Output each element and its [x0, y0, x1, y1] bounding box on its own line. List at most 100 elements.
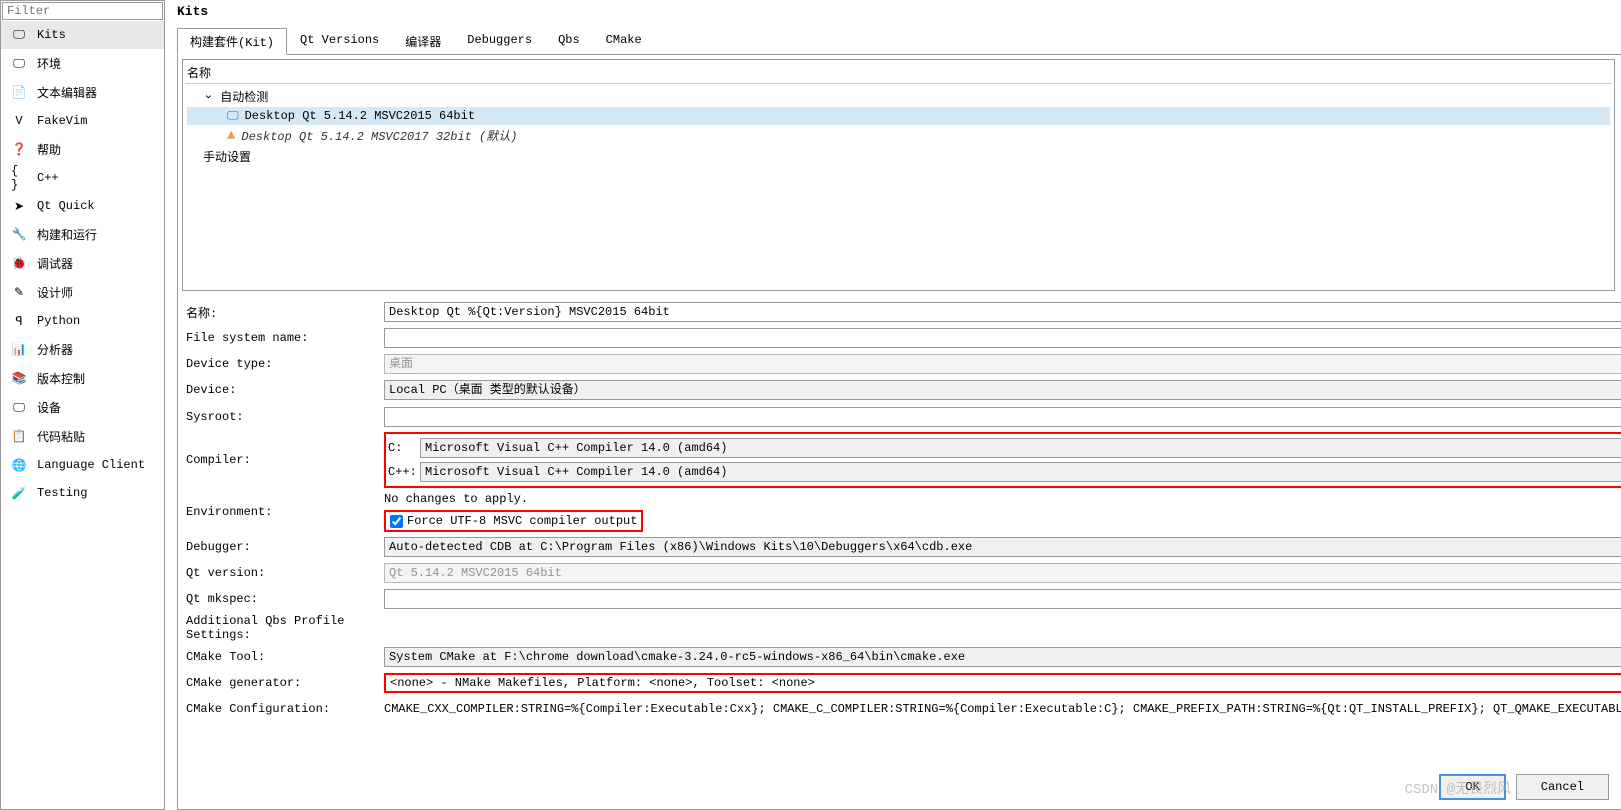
- tab-3[interactable]: Debuggers: [454, 28, 545, 55]
- sidebar-item-label: 代码粘贴: [37, 428, 85, 445]
- tab-5[interactable]: CMake: [593, 28, 655, 55]
- debug-icon: 🐞: [11, 256, 27, 272]
- tree-group-auto[interactable]: › 自动检测: [187, 86, 1610, 107]
- fs-name-input[interactable]: [384, 328, 1621, 348]
- environment-label: Environment:: [186, 505, 376, 519]
- sidebar-item-qtquick[interactable]: ➤ Qt Quick: [1, 192, 164, 220]
- paste-icon: 📋: [11, 429, 27, 445]
- compiler-c-select[interactable]: Microsoft Visual C++ Compiler 14.0 (amd6…: [420, 438, 1621, 458]
- sidebar-item-text[interactable]: 📄 文本编辑器: [1, 78, 164, 107]
- force-utf8-checkbox[interactable]: [390, 515, 403, 528]
- debugger-label: Debugger:: [186, 540, 376, 554]
- vcs-icon: 📚: [11, 371, 27, 387]
- warning-icon: ▲: [227, 128, 235, 144]
- kit-item-msvc2017-32[interactable]: ▲Desktop Qt 5.14.2 MSVC2017 32bit (默认): [187, 125, 1610, 146]
- sidebar-item-label: 版本控制: [37, 370, 85, 387]
- qtversion-select[interactable]: Qt 5.14.2 MSVC2015 64bit: [384, 563, 1621, 583]
- compiler-cxx-label: C++:: [388, 465, 416, 479]
- name-label: 名称:: [186, 304, 376, 321]
- sidebar-item-label: 帮助: [37, 141, 61, 158]
- sidebar-item-label: Testing: [37, 486, 87, 500]
- device-type-label: Device type:: [186, 357, 376, 371]
- device-type-select[interactable]: 桌面: [384, 354, 1621, 374]
- qtversion-label: Qt version:: [186, 566, 376, 580]
- filter-input[interactable]: [2, 2, 163, 20]
- sidebar-item-cpp[interactable]: { } C++: [1, 164, 164, 192]
- python-icon: ꟼ: [11, 313, 27, 329]
- sidebar-item-design[interactable]: ✎ 设计师: [1, 278, 164, 307]
- sidebar-item-fakevim[interactable]: VFakeVim: [1, 107, 164, 135]
- sidebar-item-paste[interactable]: 📋 代码粘贴: [1, 422, 164, 451]
- cmake-config-value: CMAKE_CXX_COMPILER:STRING=%{Compiler:Exe…: [384, 702, 1621, 716]
- sidebar-item-vcs[interactable]: 📚 版本控制: [1, 364, 164, 393]
- sidebar-item-lang[interactable]: 🌐 Language Client: [1, 451, 164, 479]
- tabs: 构建套件(Kit)Qt Versions编译器DebuggersQbsCMake: [177, 27, 1621, 55]
- sidebar-item-label: 环境: [37, 55, 61, 72]
- device-label: Device:: [186, 383, 376, 397]
- tree-header-name: 名称: [185, 62, 1612, 84]
- debugger-select[interactable]: Auto-detected CDB at C:\Program Files (x…: [384, 537, 1621, 557]
- tab-2[interactable]: 编译器: [392, 28, 454, 55]
- tree-group-manual[interactable]: 手动设置: [187, 146, 1610, 167]
- qtquick-icon: ➤: [11, 198, 27, 214]
- tab-1[interactable]: Qt Versions: [287, 28, 392, 55]
- cpp-icon: { }: [11, 170, 27, 186]
- force-utf8-checkbox-label[interactable]: Force UTF-8 MSVC compiler output: [390, 514, 637, 528]
- sidebar-item-label: 设备: [37, 399, 61, 416]
- analyzer-icon: 📊: [11, 342, 27, 358]
- sidebar-item-build[interactable]: 🔧 构建和运行: [1, 220, 164, 249]
- sidebar-item-label: C++: [37, 171, 59, 185]
- cmake-generator-highlight-box: <none> - NMake Makefiles, Platform: <non…: [384, 673, 1621, 693]
- sysroot-label: Sysroot:: [186, 410, 376, 424]
- sidebar-item-label: 设计师: [37, 284, 73, 301]
- sidebar-item-label: 文本编辑器: [37, 84, 97, 101]
- env-highlight-box: Force UTF-8 MSVC compiler output: [384, 510, 643, 532]
- sidebar-item-label: 调试器: [37, 255, 73, 272]
- cmake-generator-label: CMake generator:: [186, 676, 376, 690]
- monitor-icon: 🖵: [227, 109, 239, 123]
- cmake-generator-value: <none> - NMake Makefiles, Platform: <non…: [390, 676, 815, 690]
- kit-item-msvc2015-64[interactable]: 🖵Desktop Qt 5.14.2 MSVC2015 64bit: [187, 107, 1610, 125]
- qbs-profile-label: Additional Qbs Profile Settings:: [186, 614, 376, 642]
- mkspec-input[interactable]: [384, 589, 1621, 609]
- sidebar-item-label: Language Client: [37, 458, 145, 472]
- mkspec-label: Qt mkspec:: [186, 592, 376, 606]
- device-select[interactable]: Local PC（桌面 类型的默认设备）: [384, 380, 1621, 400]
- compiler-c-label: C:: [388, 441, 416, 455]
- text-icon: 📄: [11, 85, 27, 101]
- sidebar-item-label: 分析器: [37, 341, 73, 358]
- compiler-label: Compiler:: [186, 453, 376, 467]
- sidebar-item-python[interactable]: ꟼ Python: [1, 307, 164, 335]
- sidebar-item-kits[interactable]: 🖵Kits: [1, 21, 164, 49]
- sidebar-item-label: 构建和运行: [37, 226, 97, 243]
- env-no-changes-text: No changes to apply.: [384, 492, 528, 506]
- name-input[interactable]: [384, 302, 1621, 322]
- sidebar: 🖵Kits🖵环境📄文本编辑器VFakeVim❓帮助{ }C++➤Qt Quick…: [0, 0, 165, 810]
- ok-button[interactable]: OK: [1439, 774, 1505, 800]
- test-icon: 🧪: [11, 485, 27, 501]
- sidebar-item-analyzer[interactable]: 📊 分析器: [1, 335, 164, 364]
- sidebar-item-help[interactable]: ❓帮助: [1, 135, 164, 164]
- page-title: Kits: [177, 0, 1621, 27]
- sidebar-item-debug[interactable]: 🐞 调试器: [1, 249, 164, 278]
- compiler-cxx-select[interactable]: Microsoft Visual C++ Compiler 14.0 (amd6…: [420, 462, 1621, 482]
- fs-name-label: File system name:: [186, 331, 376, 345]
- build-icon: 🔧: [11, 227, 27, 243]
- sysroot-input[interactable]: [384, 407, 1621, 427]
- cancel-button[interactable]: Cancel: [1516, 774, 1609, 800]
- env-icon: 🖵: [11, 56, 27, 72]
- kits-tree: 名称 › 自动检测 🖵Desktop Qt 5.14.2 MSVC2015 64…: [182, 59, 1615, 291]
- sidebar-item-label: Python: [37, 314, 80, 328]
- design-icon: ✎: [11, 285, 27, 301]
- cmake-config-label: CMake Configuration:: [186, 702, 376, 716]
- sidebar-item-env[interactable]: 🖵 环境: [1, 49, 164, 78]
- tab-4[interactable]: Qbs: [545, 28, 593, 55]
- sidebar-item-device[interactable]: 🖵 设备: [1, 393, 164, 422]
- sidebar-item-label: Kits: [37, 28, 66, 42]
- lang-icon: 🌐: [11, 457, 27, 473]
- tab-0[interactable]: 构建套件(Kit): [177, 28, 287, 55]
- cmake-tool-select[interactable]: System CMake at F:\chrome download\cmake…: [384, 647, 1621, 667]
- sidebar-item-test[interactable]: 🧪 Testing: [1, 479, 164, 507]
- device-icon: 🖵: [11, 400, 27, 416]
- sidebar-item-label: Qt Quick: [37, 199, 95, 213]
